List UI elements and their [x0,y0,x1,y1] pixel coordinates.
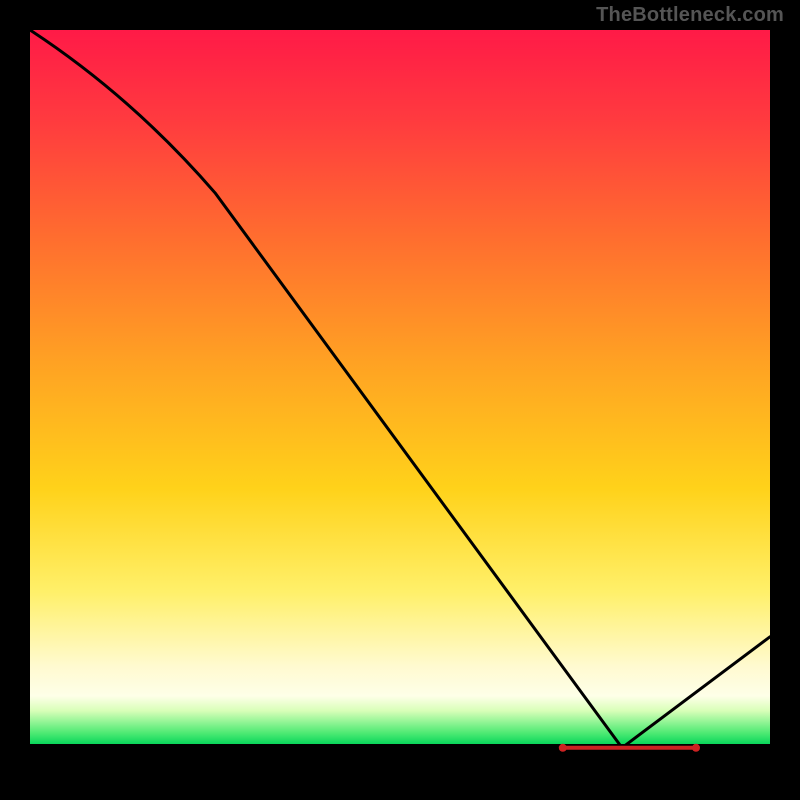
optimal-range-start-dot [559,744,567,752]
watermark-text: TheBottleneck.com [596,4,784,27]
chart-container: TheBottleneck.com [0,0,800,800]
bottleneck-curve [30,30,770,748]
chart-overlay [30,30,770,770]
plot-area [30,30,770,770]
optimal-range-end-dot [692,744,700,752]
